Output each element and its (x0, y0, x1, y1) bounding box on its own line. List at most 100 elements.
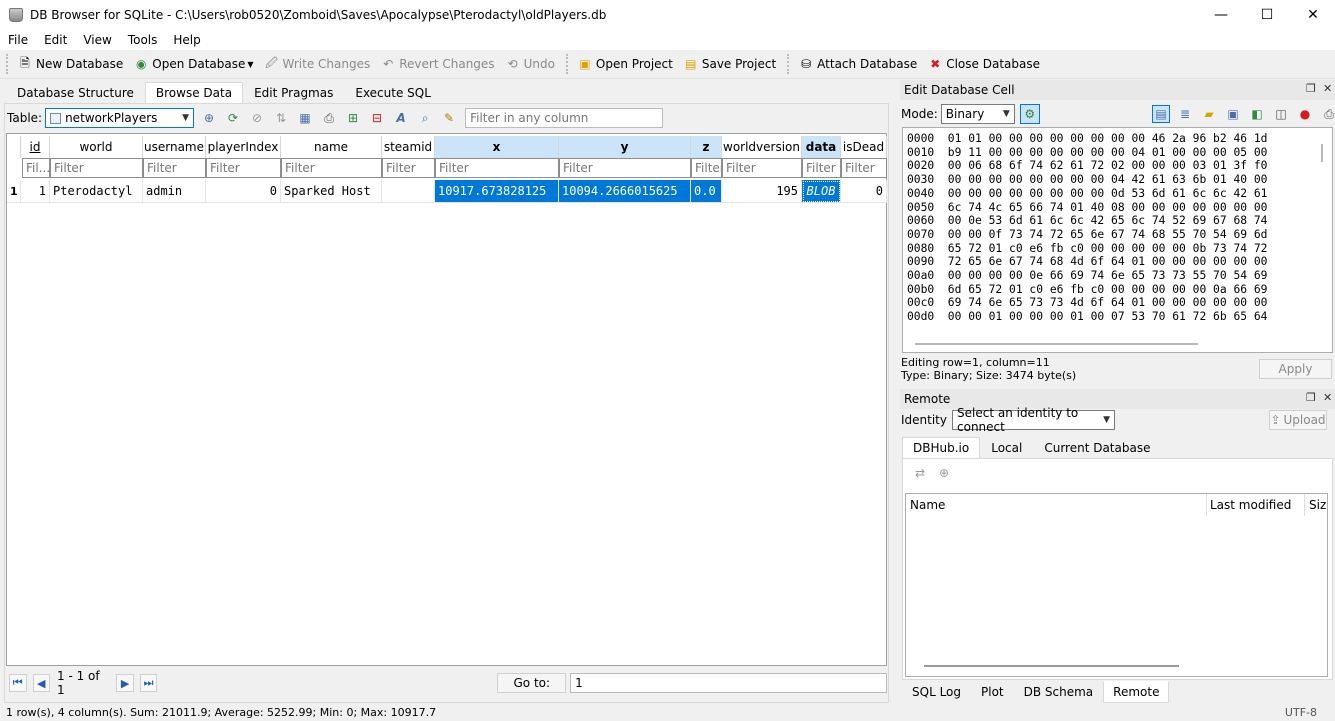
column-header-size[interactable]: Size (1309, 498, 1327, 512)
toolbar-grip[interactable] (787, 54, 790, 74)
hex-editor[interactable]: 0000 01 01 00 00 00 00 00 00 00 00 46 2a… (902, 127, 1333, 353)
filter-input-playerindex[interactable]: Filter (206, 158, 281, 178)
filter-input-isdead[interactable]: Filter (841, 158, 887, 178)
table-cell-isdead[interactable]: 0 (841, 180, 887, 203)
table-cell-y[interactable]: 10094.2666015625 (559, 180, 691, 203)
row-number[interactable]: 1 (7, 180, 21, 203)
auto-format-icon[interactable]: ≣ (1176, 105, 1194, 123)
table-cell-worldversion[interactable]: 195 (722, 180, 802, 203)
first-record-icon[interactable]: ⏮ (9, 674, 27, 692)
text-format-icon[interactable]: A (392, 109, 410, 127)
print-cell-icon[interactable]: ⎙ (1320, 105, 1335, 123)
auto-switch-mode-icon[interactable]: ⚙ (1019, 104, 1040, 124)
toolbar-grip[interactable] (6, 54, 9, 74)
refresh-db-icon[interactable]: ⊕ (200, 109, 218, 127)
goto-input[interactable]: 1 (570, 673, 888, 693)
upload-button[interactable]: ⇪ Upload (1269, 410, 1327, 430)
mode-select[interactable]: Binary ▼ (940, 104, 1015, 124)
column-header-id[interactable]: id (21, 136, 50, 158)
table-cell-z[interactable]: 0.0 (691, 180, 722, 203)
clone-database-icon[interactable]: ⊕ (935, 464, 953, 482)
filter-input-y[interactable]: Filter (559, 158, 691, 178)
menu-view[interactable]: View (75, 33, 119, 47)
delete-record-icon[interactable]: ⊟ (368, 109, 386, 127)
filter-input-worldversion[interactable]: Filter (722, 158, 802, 178)
tab-local[interactable]: Local (980, 437, 1033, 459)
dropdown-arrow-icon[interactable]: ▼ (247, 60, 253, 69)
close-dock-icon[interactable]: ✕ (1323, 391, 1332, 404)
revert-changes-button[interactable]: ↶ Revert Changes (375, 52, 499, 76)
find-icon[interactable]: ⌕ (416, 109, 434, 127)
save-project-button[interactable]: ▤ Save Project (678, 52, 781, 76)
column-header-username[interactable]: username (143, 136, 206, 158)
filter-any-column-input[interactable]: Filter in any column (465, 108, 664, 128)
attach-database-button[interactable]: ⛁ Attach Database (793, 52, 922, 76)
table-cell-playerindex[interactable]: 0 (206, 180, 281, 203)
column-header-world[interactable]: world (50, 136, 143, 158)
tab-execute-sql[interactable]: Execute SQL (344, 82, 442, 104)
tab-db-schema[interactable]: DB Schema (1014, 681, 1104, 703)
refresh-remote-icon[interactable]: ⇄ (911, 464, 929, 482)
filter-input-steamid[interactable]: Filter (382, 158, 435, 178)
column-header-data[interactable]: data (802, 136, 841, 158)
hex-horizontal-scrollbar[interactable] (915, 343, 1198, 345)
clear-cell-icon[interactable]: ● (1296, 105, 1314, 123)
table-cell-x[interactable]: 10917.673828125 (435, 180, 559, 203)
save-table-icon[interactable]: ▦ (296, 109, 314, 127)
tab-edit-pragmas[interactable]: Edit Pragmas (243, 82, 344, 104)
toolbar-grip[interactable] (565, 54, 569, 74)
tab-dbhub[interactable]: DBHub.io (902, 437, 981, 459)
column-header-last-modified[interactable]: Last modified (1210, 498, 1291, 512)
word-wrap-icon[interactable]: ▤ (1152, 105, 1170, 123)
replace-icon[interactable]: ✎ (440, 109, 458, 127)
tab-current-database[interactable]: Current Database (1033, 437, 1161, 459)
filter-input-id[interactable]: Fil... (22, 158, 50, 178)
export-file-icon[interactable]: ▣ (1224, 105, 1242, 123)
previous-record-icon[interactable]: ◀ (32, 674, 50, 692)
close-window-button[interactable]: ✕ (1290, 0, 1335, 30)
refresh-icon[interactable]: ⟳ (224, 109, 242, 127)
table-cell-id[interactable]: 1 (21, 180, 50, 203)
remote-tree-scrollbar[interactable] (924, 665, 1179, 667)
table-select[interactable]: networkPlayers ▼ (45, 108, 195, 128)
filter-input-username[interactable]: Filter (143, 158, 206, 178)
float-dock-icon[interactable]: ❐ (1306, 82, 1316, 95)
menu-edit[interactable]: Edit (36, 33, 75, 47)
identity-select[interactable]: Select an identity to connect ▼ (952, 406, 1115, 434)
table-cell-data[interactable]: BLOB (802, 180, 841, 203)
menu-tools[interactable]: Tools (120, 33, 166, 47)
import-file-icon[interactable]: ▰ (1200, 105, 1218, 123)
open-database-button[interactable]: ◉ Open Database ▼ (128, 52, 258, 76)
next-record-icon[interactable]: ▶ (116, 674, 134, 692)
tab-plot[interactable]: Plot (971, 681, 1014, 703)
hex-vertical-scrollbar[interactable] (1321, 144, 1323, 162)
table-cell-steamid[interactable] (382, 180, 435, 203)
apply-button[interactable]: Apply (1259, 359, 1332, 379)
column-header-x[interactable]: x (435, 136, 559, 158)
table-cell-username[interactable]: admin (143, 180, 206, 203)
open-project-button[interactable]: ▣ Open Project (572, 52, 678, 76)
column-header-z[interactable]: z (691, 136, 722, 158)
minimize-button[interactable]: — (1198, 0, 1244, 30)
table-cell-name[interactable]: Sparked Host (281, 180, 382, 203)
close-dock-icon[interactable]: ✕ (1323, 82, 1332, 95)
float-dock-icon[interactable]: ❐ (1306, 391, 1316, 404)
print-icon[interactable]: ⎙ (320, 109, 338, 127)
close-database-button[interactable]: ✖ Close Database (922, 52, 1045, 76)
insert-record-icon[interactable]: ⊞ (344, 109, 362, 127)
filter-input-name[interactable]: Filter (281, 158, 382, 178)
filter-input-z[interactable]: Filter (691, 158, 722, 178)
tab-remote[interactable]: Remote (1103, 681, 1170, 703)
tab-browse-data[interactable]: Browse Data (144, 82, 244, 104)
column-header-isdead[interactable]: isDead (841, 136, 887, 158)
goto-button[interactable]: Go to: (497, 673, 567, 693)
maximize-button[interactable]: ☐ (1244, 0, 1290, 30)
corner-header[interactable] (7, 136, 21, 158)
column-header-steamid[interactable]: steamid (382, 136, 435, 158)
column-header-name[interactable]: name (281, 136, 382, 158)
tab-sql-log[interactable]: SQL Log (902, 681, 971, 703)
column-header-remote-name[interactable]: Name (910, 498, 945, 512)
clear-filters-icon[interactable]: ⊘ (248, 109, 266, 127)
menu-file[interactable]: File (0, 33, 36, 47)
table-cell-world[interactable]: Pterodactyl (50, 180, 143, 203)
